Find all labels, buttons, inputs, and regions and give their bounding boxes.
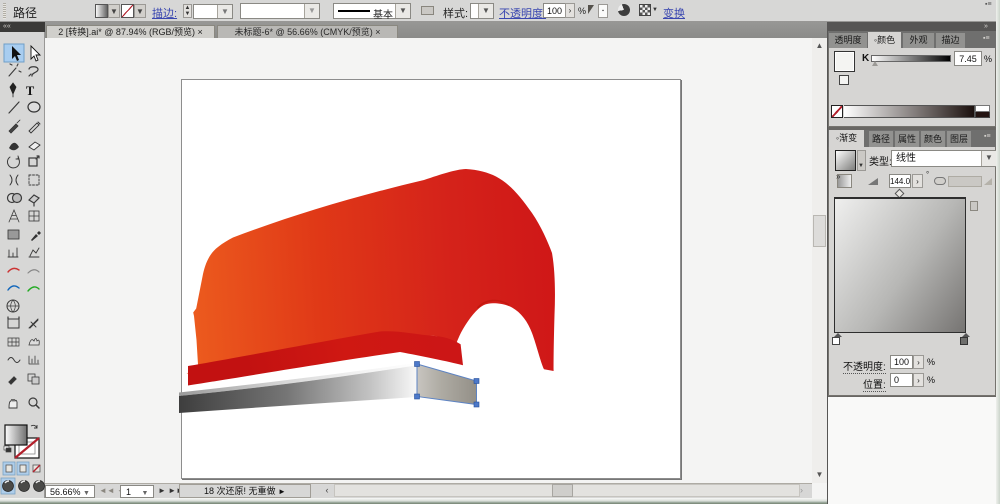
- svg-text:T: T: [26, 84, 35, 98]
